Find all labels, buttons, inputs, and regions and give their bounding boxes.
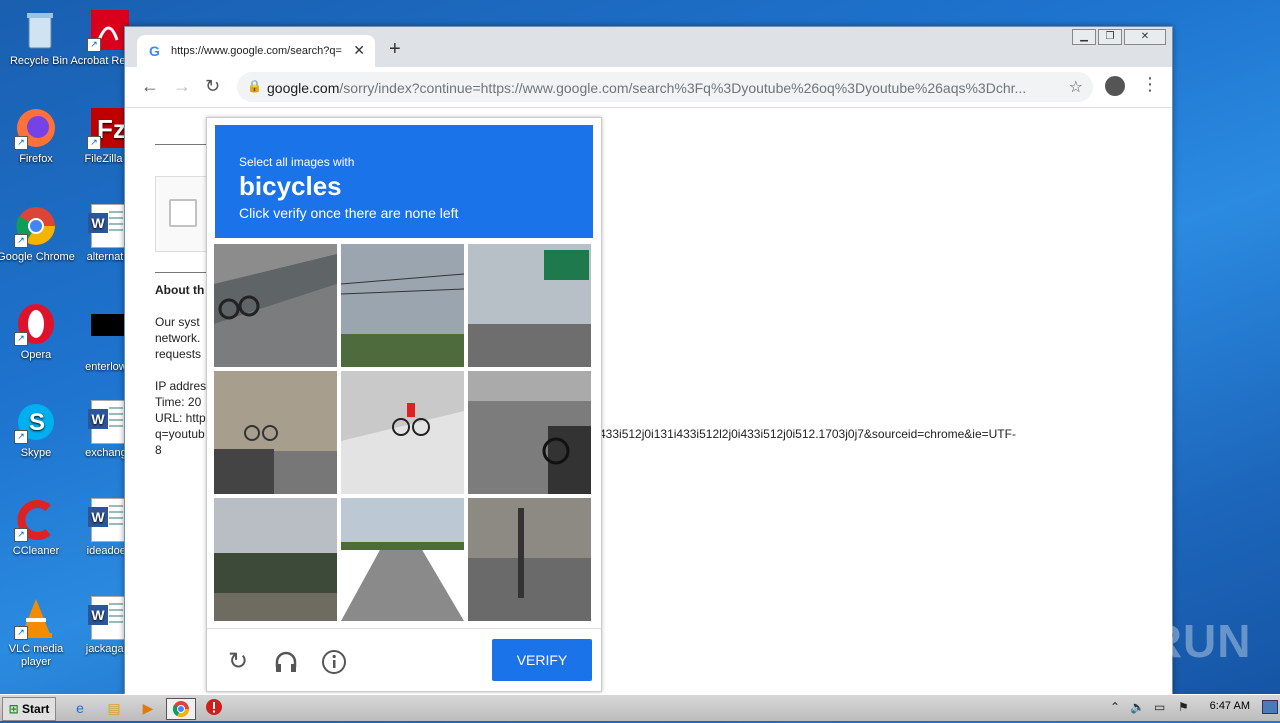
image-tile[interactable] [214,498,337,621]
chrome-taskbar-icon[interactable] [166,698,196,720]
file-explorer-icon[interactable]: ▤ [104,698,124,718]
minimize-button[interactable]: ▁ [1072,29,1096,45]
desktop-icon-recycle-bin[interactable]: Recycle Bin [0,8,78,68]
image-tile[interactable] [214,244,337,367]
explanation-line: network. [155,331,201,345]
explanation-line: Our syst [155,315,200,329]
desktop-icon-label: VLC media player [8,643,64,668]
desktop-icon-label: CCleaner [12,545,60,557]
bookmark-star-icon[interactable]: ☆ [1069,77,1083,97]
show-desktop-button[interactable] [1262,700,1278,714]
desktop-icon-skype[interactable]: S ↗ Skype [0,400,75,460]
ccleaner-icon: ↗ [14,498,58,542]
image-tile[interactable] [468,498,591,621]
challenge-header: Select all images with bicycles Click ve… [215,125,593,238]
volume-icon[interactable]: 🔈 [1130,700,1145,714]
url-line: URL: http [155,411,206,425]
target-object: bicycles [239,171,342,201]
recaptcha-challenge: Select all images with bicycles Click ve… [206,117,602,692]
action-center-flag-icon[interactable]: ⚑ [1178,700,1189,714]
network-icon[interactable]: ▭ [1154,700,1165,714]
url-end: 8 [155,443,162,457]
windows-logo-icon: ⊞ [8,702,19,716]
desktop-icon-label: Google Chrome [0,251,75,263]
instruction-text: Select all images with [239,155,355,169]
window-close-button[interactable]: ✕ [1124,29,1166,45]
profile-avatar-icon[interactable] [1105,76,1125,96]
time-line: Time: 20 [155,395,202,409]
tab-strip: G https://www.google.com/search?q= ✕ + ▁… [125,27,1172,67]
desktop-icon-vlc[interactable]: ↗ VLC media player [0,596,75,669]
explanation-line: requests [155,347,202,361]
about-heading: About th [155,283,205,297]
browser-toolbar: ← → ↻ 🔒 google.com/sorry/index?continue=… [125,67,1172,108]
address-bar[interactable]: 🔒 google.com/sorry/index?continue=https:… [237,72,1093,102]
challenge-footer: ↻ VERIFY [207,628,601,692]
anyrun-watermark: ANY.RUN [1040,615,1252,667]
desktop-icon-label: Recycle Bin [9,55,69,67]
clock[interactable]: 6:47 AM [1210,700,1250,712]
reload-icon[interactable]: ↻ [225,649,251,675]
firefox-icon: ↗ [14,106,58,150]
image-tile[interactable] [214,371,337,494]
chrome-icon: ↗ [14,204,58,248]
menu-dots-icon[interactable]: ⋮ [1141,74,1159,95]
reload-icon[interactable]: ↻ [205,76,220,97]
url-text: google.com/sorry/index?continue=https://… [267,80,1027,96]
tab-title: https://www.google.com/search?q= [171,45,342,57]
back-arrow-icon[interactable]: ← [141,76,159,97]
lock-icon: 🔒 [247,79,262,93]
verify-button[interactable]: VERIFY [492,639,592,681]
skype-icon: S ↗ [14,400,58,444]
vlc-icon: ↗ [14,596,58,640]
desktop-icon-label: Firefox [19,153,53,165]
svg-text:S: S [29,409,45,436]
image-tile[interactable] [341,498,464,621]
image-tile[interactable] [341,371,464,494]
media-player-icon[interactable]: ▶ [138,698,158,718]
image-tile[interactable] [341,244,464,367]
stop-icon[interactable] [204,698,224,718]
desktop-icon-opera[interactable]: ↗ Opera [0,302,75,362]
forward-arrow-icon[interactable]: → [173,76,191,97]
image-tile[interactable] [468,371,591,494]
url-continuation: q=youtub [155,427,205,441]
info-icon[interactable] [321,649,347,675]
taskbar: ⊞ Start e ▤ ▶ ⌃ 🔈 ▭ ⚑ 6:47 AM [0,694,1280,721]
svg-text:Fz: Fz [97,114,126,144]
browser-tab[interactable]: G https://www.google.com/search?q= ✕ [137,35,375,67]
new-tab-button[interactable]: + [389,38,401,61]
desktop-icon-ccleaner[interactable]: ↗ CCleaner [0,498,75,558]
google-favicon-icon: G [149,43,160,59]
image-grid [214,244,594,624]
url-tail: 433i512j0i131i433i512l2j0i433i512j0i512.… [599,427,1016,441]
desktop-icon-label: Opera [20,349,52,361]
start-button[interactable]: ⊞ Start [2,697,56,721]
show-hidden-icons-icon[interactable]: ⌃ [1110,700,1120,714]
hint-text: Click verify once there are none left [239,205,459,221]
maximize-button[interactable]: ❐ [1098,29,1122,45]
internet-explorer-icon[interactable]: e [70,698,90,718]
headphones-icon[interactable] [273,649,299,675]
desktop-icon-label: Skype [20,447,52,459]
image-tile[interactable] [468,244,591,367]
desktop-icon-chrome[interactable]: ↗ Google Chrome [0,204,75,264]
tab-close-icon[interactable]: ✕ [353,42,365,59]
recycle-bin-icon [17,8,61,52]
start-label: Start [22,702,50,716]
recaptcha-checkbox[interactable] [169,199,197,227]
opera-icon: ↗ [14,302,58,346]
desktop-icon-firefox[interactable]: ↗ Firefox [0,106,75,166]
ip-address-line: IP addres [155,379,207,393]
